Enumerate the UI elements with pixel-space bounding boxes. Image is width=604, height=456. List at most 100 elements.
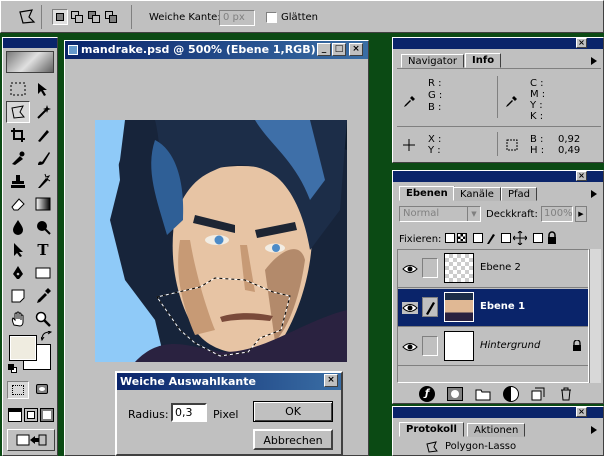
blur-tool[interactable] [6, 216, 30, 238]
new-set-folder-icon[interactable] [475, 388, 491, 404]
type-tool[interactable]: T [31, 239, 55, 261]
eye-icon[interactable] [402, 302, 418, 314]
close-button[interactable]: × [349, 43, 363, 56]
tab-navigator[interactable]: Navigator [401, 54, 464, 68]
tab-paths[interactable]: Pfad [501, 187, 538, 201]
panel-menu-arrow[interactable] [591, 426, 601, 434]
history-panel: × Protokoll Aktionen Polygon-Lasso [392, 406, 604, 456]
xy-readouts: X :Y : [428, 134, 442, 156]
polygon-lasso-icon [425, 441, 439, 456]
polygon-lasso-tool[interactable] [6, 101, 30, 123]
new-layer-button[interactable] [531, 387, 545, 404]
lock-image-checkbox[interactable] [473, 233, 483, 243]
healing-brush-tool[interactable] [6, 147, 30, 169]
quickmask-mode-button[interactable] [32, 381, 54, 399]
layer-style-button[interactable]: ƒ [419, 386, 435, 402]
canvas-image[interactable] [95, 120, 347, 362]
screen-mode-full-menu[interactable] [24, 408, 38, 422]
slice-tool[interactable] [31, 124, 55, 146]
tab-layers[interactable]: Ebenen [399, 186, 455, 201]
layer-row-ebene-1[interactable]: Ebene 1 [398, 289, 588, 327]
tab-actions[interactable]: Aktionen [467, 423, 526, 437]
options-bar: Weiche Kante: 0 px Glätten [0, 0, 604, 33]
layers-scrollbar[interactable] [589, 249, 601, 383]
default-colors-icon[interactable] [8, 364, 18, 374]
swap-colors-icon[interactable] [40, 330, 53, 342]
layer-row-ebene-2[interactable]: Ebene 2 [398, 250, 588, 288]
tab-history[interactable]: Protokoll [399, 422, 464, 437]
selection-mode-subtract[interactable] [86, 9, 102, 25]
selection-mode-new[interactable] [52, 9, 68, 25]
history-panel-close[interactable]: × [576, 407, 587, 417]
notes-tool[interactable] [6, 285, 30, 307]
layer-thumbnail [444, 331, 474, 361]
dialog-close-button[interactable]: × [324, 374, 338, 387]
crop-tool[interactable] [6, 124, 30, 146]
selection-mode-add[interactable] [69, 9, 85, 25]
lock-position-checkbox[interactable] [501, 233, 511, 243]
dodge-tool[interactable] [31, 216, 55, 238]
foreground-color-swatch[interactable] [9, 335, 37, 361]
layer-thumbnail [444, 253, 474, 283]
feather-dialog-titlebar[interactable]: Weiche Auswahlkante × [117, 373, 341, 390]
opacity-input[interactable]: 100% [541, 206, 573, 222]
radius-input[interactable]: 0,3 [171, 403, 207, 422]
rectangle-tool[interactable] [31, 262, 55, 284]
info-panel-titlebar[interactable]: × [393, 38, 603, 49]
magic-wand-tool[interactable] [31, 101, 55, 123]
eye-icon[interactable] [402, 341, 418, 353]
panel-menu-arrow[interactable] [591, 57, 601, 65]
lock-transparency-checkbox[interactable] [445, 233, 455, 243]
hand-tool[interactable] [6, 308, 30, 330]
lock-all-checkbox[interactable] [533, 233, 543, 243]
layer-row-hintergrund[interactable]: Hintergrund [398, 328, 588, 366]
maximize-button[interactable]: □ [332, 43, 346, 56]
toolbox-titlebar [3, 38, 57, 48]
eraser-tool[interactable] [6, 193, 30, 215]
zoom-tool[interactable] [31, 308, 55, 330]
brush-icon [422, 297, 438, 317]
history-item[interactable]: Polygon-Lasso [397, 440, 601, 455]
opacity-label: Deckkraft: [486, 209, 538, 220]
jump-to-imageready-button[interactable] [7, 429, 55, 451]
cancel-button[interactable]: Abbrechen [253, 429, 333, 450]
eye-icon[interactable] [402, 263, 418, 275]
layers-panel-titlebar[interactable]: × [393, 171, 603, 182]
selection-mode-intersect[interactable] [103, 9, 119, 25]
lock-icon [572, 339, 582, 355]
bh-readouts: B :H : [530, 134, 545, 156]
eyedropper-tool[interactable] [31, 285, 55, 307]
pen-tool[interactable] [6, 262, 30, 284]
panel-menu-arrow[interactable] [591, 190, 601, 198]
trash-icon[interactable] [559, 387, 573, 404]
blend-mode-select[interactable]: Normal ▼ [399, 206, 481, 222]
screen-mode-standard[interactable] [8, 408, 22, 422]
tab-channels[interactable]: Kanäle [453, 187, 501, 201]
stamp-tool[interactable] [6, 170, 30, 192]
history-brush-tool[interactable] [31, 170, 55, 192]
move-tool[interactable] [31, 78, 55, 100]
layer-mask-button[interactable] [447, 387, 463, 401]
layers-panel: × Ebenen Kanäle Pfad Normal ▼ Deckkraft: … [392, 170, 604, 404]
minimize-button[interactable]: _ [317, 43, 331, 56]
marquee-tool[interactable] [6, 78, 30, 100]
opacity-slider-arrow[interactable]: ▶ [575, 206, 587, 222]
adjustment-layer-button[interactable] [503, 386, 519, 402]
rgb-eyedropper-icon [403, 96, 415, 111]
layer-name: Hintergrund [480, 340, 541, 351]
feather-input[interactable]: 0 px [219, 10, 255, 26]
ok-button[interactable]: OK [253, 401, 333, 422]
standard-mode-button[interactable] [7, 381, 29, 399]
layers-panel-close[interactable]: × [576, 171, 587, 181]
bh-values: 0,92 0,49 [558, 134, 581, 156]
screen-mode-full[interactable] [40, 408, 54, 422]
gradient-tool[interactable] [31, 193, 55, 215]
antialias-checkbox[interactable] [266, 12, 277, 23]
path-selection-tool[interactable] [6, 239, 30, 261]
tab-info[interactable]: Info [465, 53, 502, 68]
info-panel-close[interactable]: × [576, 38, 587, 48]
document-titlebar[interactable]: mandrake.psd @ 500% (Ebene 1,RGB) _ □ × [65, 41, 368, 59]
brush-tool[interactable] [31, 147, 55, 169]
polygon-lasso-icon[interactable] [17, 7, 37, 27]
history-panel-titlebar[interactable]: × [393, 407, 603, 418]
